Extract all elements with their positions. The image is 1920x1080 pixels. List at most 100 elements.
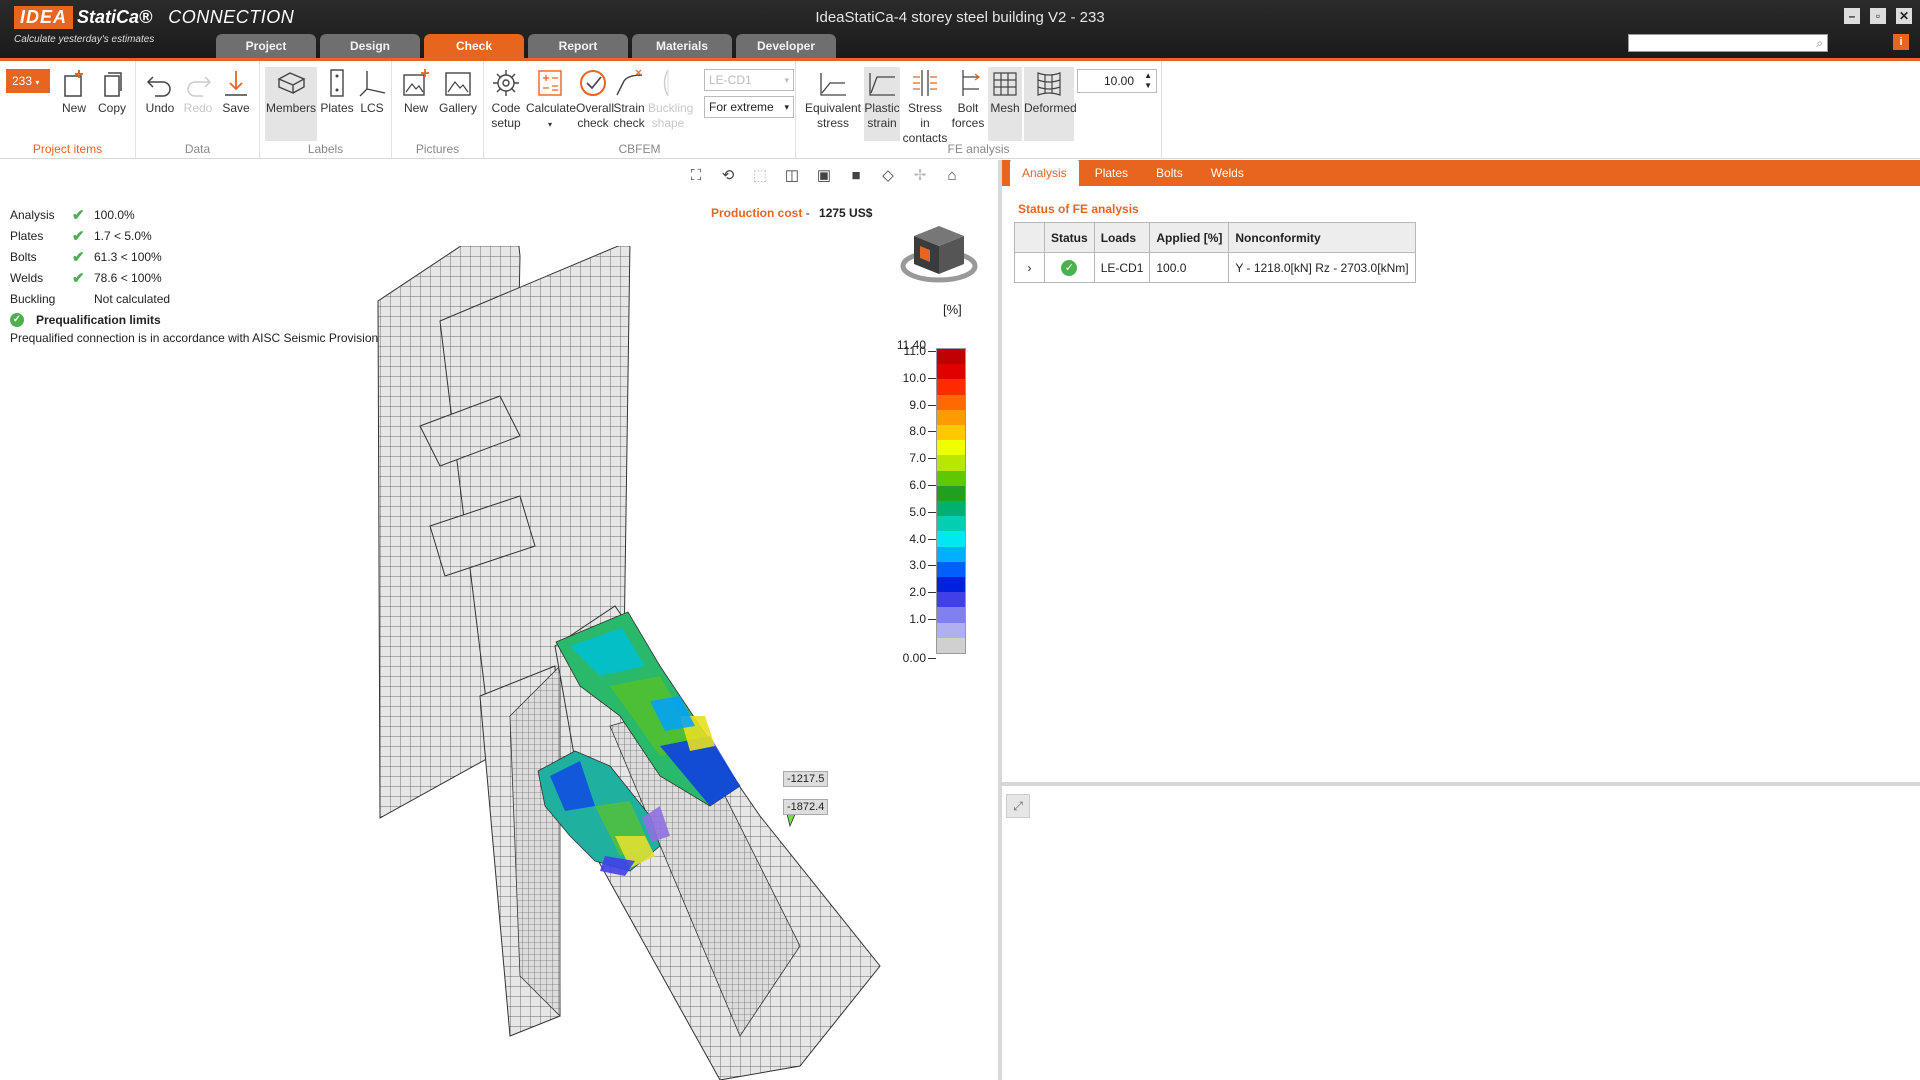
overall-check-button[interactable]: Overall check — [576, 67, 614, 131]
window-title: IdeaStatiCa-4 storey steel building V2 -… — [815, 9, 1105, 26]
table-row[interactable]: › ✓ LE-CD1 100.0 Y - 1218.0[kN] Rz - 270… — [1014, 252, 1416, 283]
legend-band — [937, 409, 965, 426]
legend-tick-mark — [928, 511, 936, 513]
expand-panel-icon[interactable]: ⤢ — [1006, 794, 1030, 818]
lcs-toggle[interactable]: LCS — [356, 67, 388, 116]
close-icon[interactable]: ✕ — [1896, 8, 1912, 24]
transparent-view-icon[interactable]: ▣ — [814, 166, 834, 186]
equivalent-stress-button[interactable]: Equivalent stress — [804, 67, 862, 131]
strain-check-button[interactable]: Strain check — [612, 67, 646, 131]
group-label: FE analysis — [947, 142, 1010, 156]
new-item-button[interactable]: New — [58, 67, 90, 116]
legend-band — [937, 485, 965, 502]
mesh-toggle[interactable]: Mesh — [988, 67, 1022, 141]
summary-value: Not calculated — [94, 291, 171, 306]
minimize-icon[interactable]: – — [1844, 8, 1860, 24]
legend-band — [937, 622, 965, 638]
equivalent-stress-icon — [818, 67, 848, 99]
force-callout: -1217.5 — [783, 771, 829, 787]
new-icon — [59, 67, 89, 99]
tab-developer[interactable]: Developer — [736, 34, 836, 58]
zoom-extents-icon[interactable]: ⛶ — [686, 166, 706, 186]
calculate-button[interactable]: Calculate ▾ — [526, 67, 576, 132]
section-view-icon[interactable]: ◇ — [878, 166, 898, 186]
column-header: Loads — [1093, 222, 1151, 253]
group-project-items: 233 ▾ New Copy Project items — [0, 61, 136, 159]
group-fe-analysis: Equivalent stress Plastic strain Stress … — [796, 61, 1162, 159]
picture-new-icon — [401, 67, 431, 99]
check-ok-icon: ✓ — [1061, 259, 1078, 276]
project-item-select[interactable]: 233 ▾ — [6, 69, 50, 93]
tab-materials[interactable]: Materials — [632, 34, 732, 58]
plates-toggle[interactable]: Plates — [319, 67, 355, 116]
legend-band — [937, 440, 965, 456]
legend-band — [937, 531, 965, 547]
tab-design[interactable]: Design — [320, 34, 420, 58]
legend-tick-mark — [928, 592, 936, 594]
new-picture-button[interactable]: New — [398, 67, 434, 116]
legend-tick-mark — [928, 404, 936, 406]
maximize-icon[interactable]: ▫ — [1870, 8, 1886, 24]
stress-in-contacts-button[interactable]: Stress in contacts — [902, 67, 948, 146]
undo-icon — [145, 67, 175, 99]
load-case-select[interactable]: LE-CD1 ▾ — [704, 69, 794, 91]
members-icon — [276, 67, 306, 99]
search-input[interactable]: ⌕ — [1628, 34, 1828, 52]
legend-band — [937, 501, 965, 517]
navigation-cube[interactable] — [898, 216, 980, 290]
tab-analysis[interactable]: Analysis — [1010, 160, 1079, 186]
force-callout: -1872.4 — [783, 799, 829, 815]
prequalification-title-text: Prequalification limits — [36, 313, 161, 327]
tab-report[interactable]: Report — [528, 34, 628, 58]
save-button[interactable]: Save — [218, 67, 254, 116]
code-setup-button[interactable]: Code setup — [488, 67, 524, 131]
color-legend — [936, 348, 966, 654]
legend-tick-mark — [928, 377, 936, 379]
members-toggle[interactable]: Members — [265, 67, 317, 141]
solid-view-icon[interactable]: ■ — [846, 166, 866, 186]
legend-band — [937, 455, 965, 471]
redo-button[interactable]: Redo — [180, 67, 216, 116]
legend-band — [937, 364, 965, 380]
legend-band — [937, 516, 965, 532]
wireframe-view-icon[interactable]: ◫ — [782, 166, 802, 186]
selection-icon[interactable]: ⬚ — [750, 166, 770, 186]
search-icon[interactable]: ⌕ — [1816, 36, 1823, 51]
tab-welds[interactable]: Welds — [1199, 160, 1256, 186]
expand-row-icon[interactable]: › — [1014, 252, 1045, 283]
tab-plates[interactable]: Plates — [1083, 160, 1140, 186]
buckling-shape-button[interactable]: Buckling shape — [648, 67, 693, 131]
tab-bolts[interactable]: Bolts — [1144, 160, 1195, 186]
results-tabs: Analysis Plates Bolts Welds — [1002, 160, 1920, 186]
copy-item-button[interactable]: Copy — [94, 67, 130, 116]
rotate-icon[interactable]: ⟲ — [718, 166, 738, 186]
legend-band — [937, 637, 965, 654]
tab-project[interactable]: Project — [216, 34, 316, 58]
applied-cell: 100.0 — [1149, 252, 1230, 283]
tab-check[interactable]: Check — [424, 34, 524, 58]
bolt-forces-button[interactable]: Bolt forces — [950, 67, 986, 131]
buckling-icon — [653, 67, 683, 99]
plastic-strain-button[interactable]: Plastic strain — [864, 67, 900, 141]
undo-button[interactable]: Undo — [142, 67, 178, 116]
main-tabs: Project Design Check Report Materials Develop… — [216, 34, 836, 58]
group-label: Data — [184, 142, 211, 156]
legend-tick-mark — [928, 351, 936, 352]
deformed-toggle[interactable]: Deformed — [1024, 67, 1077, 141]
group-data: Undo Redo Save Data — [136, 61, 260, 159]
checkmark-icon: ✔ — [72, 227, 85, 245]
checkmark-icon: ✔ — [72, 248, 85, 266]
group-label: Project items — [32, 142, 103, 156]
group-cbfem: Code setup Calculate ▾ Overall check Stra… — [484, 61, 796, 159]
extreme-mode-select[interactable]: For extreme ▾ — [704, 96, 794, 118]
connection-3d-model[interactable] — [360, 246, 900, 1080]
info-icon[interactable]: i — [1893, 34, 1909, 50]
axis-icon[interactable]: ✢ — [910, 166, 930, 186]
title-bar: IDEA StatiCa® CONNECTION Calculate yeste… — [0, 0, 1920, 60]
horizontal-splitter[interactable] — [1002, 782, 1920, 786]
gallery-button[interactable]: Gallery — [436, 67, 480, 116]
mesh-icon — [990, 67, 1020, 99]
deformation-scale-input[interactable]: 10.00 ▲ ▼ — [1077, 69, 1157, 93]
3d-viewport[interactable]: ⛶ ⟲ ⬚ ◫ ▣ ■ ◇ ✢ ⌂ Analysis ✔ 100.0% Plates ✔… — [0, 160, 996, 1080]
home-view-icon[interactable]: ⌂ — [942, 166, 962, 186]
